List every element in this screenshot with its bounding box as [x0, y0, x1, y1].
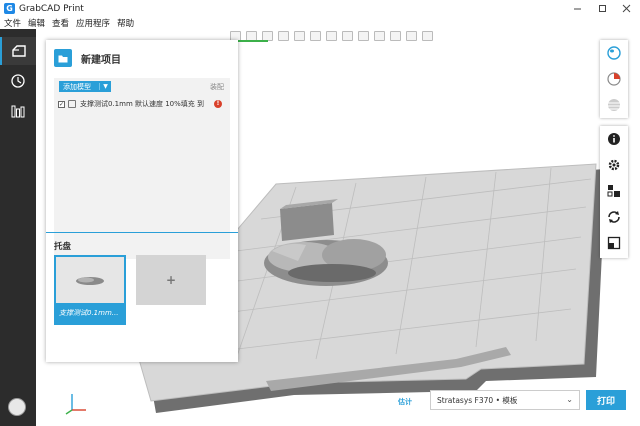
layers-sphere-icon: [608, 99, 620, 111]
app-logo-icon: G: [4, 3, 15, 14]
maximize-icon: [599, 5, 606, 12]
view-section-icon[interactable]: [374, 31, 385, 41]
support-block: [280, 203, 334, 241]
model-name: 支撑测试0.1mm 默认速度 10%填充 到: [80, 100, 205, 108]
gear-icon: [608, 159, 620, 171]
right-toolbar-view: [600, 40, 628, 118]
minimize-icon: [574, 8, 581, 10]
tray-thumbnail: [56, 257, 124, 303]
view-right-icon[interactable]: [294, 31, 305, 41]
view-left-icon[interactable]: [278, 31, 289, 41]
warning-icon[interactable]: !: [214, 100, 222, 108]
scale-button[interactable]: [600, 230, 628, 256]
tray-caption: 支撑测试0.1mm...: [56, 303, 124, 323]
add-model-button[interactable]: 添加模型 ▼: [59, 81, 111, 92]
project-panel: 新建项目 添加模型 ▼ 装配 ✓ 支撑测试0.1mm 默认速度 10%填充 到 …: [46, 40, 238, 362]
printer-name: Stratasys F370 • 模板: [437, 395, 518, 405]
assemble-button[interactable]: 装配: [210, 82, 224, 92]
right-toolbar-tools: [600, 126, 628, 258]
user-avatar[interactable]: [8, 398, 26, 416]
view-camera-b-icon[interactable]: [406, 31, 417, 41]
info-button[interactable]: [600, 126, 628, 152]
chevron-down-icon: ⌄: [566, 395, 573, 404]
add-model-label: 添加模型: [63, 82, 91, 91]
close-button[interactable]: [615, 0, 638, 17]
view-camera-c-icon[interactable]: [422, 31, 433, 41]
left-sidebar: [0, 29, 36, 426]
folder-icon: [54, 49, 72, 67]
view-zoom-fit-icon[interactable]: [358, 31, 369, 41]
menu-edit[interactable]: 编辑: [28, 17, 45, 29]
maximize-button[interactable]: [591, 0, 614, 17]
minimize-button[interactable]: [566, 0, 589, 17]
arrange-button[interactable]: [600, 178, 628, 204]
tray-section-label: 托盘: [54, 242, 72, 252]
panel-divider: [46, 232, 238, 233]
chevron-down-icon[interactable]: ▼: [99, 83, 111, 90]
material-preview-button[interactable]: [600, 40, 628, 66]
skull-model: [264, 239, 388, 286]
color-view-button[interactable]: [600, 66, 628, 92]
menu-apps[interactable]: 应用程序: [76, 17, 110, 29]
view-iso-icon[interactable]: [342, 31, 353, 41]
color-wheel-icon: [607, 72, 621, 86]
view-bottom-icon[interactable]: [326, 31, 337, 41]
rotate-icon: [608, 211, 620, 223]
sphere-icon: [607, 46, 621, 60]
print-button[interactable]: 打印: [586, 390, 626, 410]
bar-chart-icon: [11, 105, 25, 118]
model-file-icon: [68, 100, 76, 108]
project-title[interactable]: 新建项目: [81, 51, 121, 66]
add-tray-button[interactable]: +: [136, 255, 206, 305]
list-item[interactable]: ✓ 支撑测试0.1mm 默认速度 10%填充 到 !: [58, 98, 226, 110]
sidebar-item-project[interactable]: [0, 37, 36, 65]
arrange-icon: [607, 185, 620, 197]
view-top-icon[interactable]: [310, 31, 321, 41]
project-icon: [12, 45, 26, 57]
title-bar: G GrabCAD Print: [0, 0, 640, 17]
sidebar-item-dashboard[interactable]: [0, 97, 36, 125]
estimate-link[interactable]: 估计: [398, 397, 412, 407]
model-checkbox[interactable]: ✓: [58, 100, 65, 108]
axis-triad-icon: [65, 394, 86, 415]
close-icon: [622, 4, 631, 13]
info-icon: [608, 133, 620, 145]
scale-icon: [607, 236, 621, 250]
view-camera-a-icon[interactable]: [390, 31, 401, 41]
printer-select[interactable]: Stratasys F370 • 模板 ⌄: [430, 390, 580, 410]
layer-view-button[interactable]: [600, 92, 628, 118]
sidebar-item-history[interactable]: [0, 67, 36, 95]
menu-view[interactable]: 查看: [52, 17, 69, 29]
window-title: GrabCAD Print: [19, 3, 84, 14]
menu-file[interactable]: 文件: [4, 17, 21, 29]
menu-help[interactable]: 帮助: [117, 17, 134, 29]
tray-card[interactable]: 支撑测试0.1mm...: [54, 255, 126, 325]
rotate-button[interactable]: [600, 204, 628, 230]
settings-button[interactable]: [600, 152, 628, 178]
menu-bar: 文件 编辑 查看 应用程序 帮助: [0, 17, 640, 29]
clock-icon: [11, 74, 25, 88]
